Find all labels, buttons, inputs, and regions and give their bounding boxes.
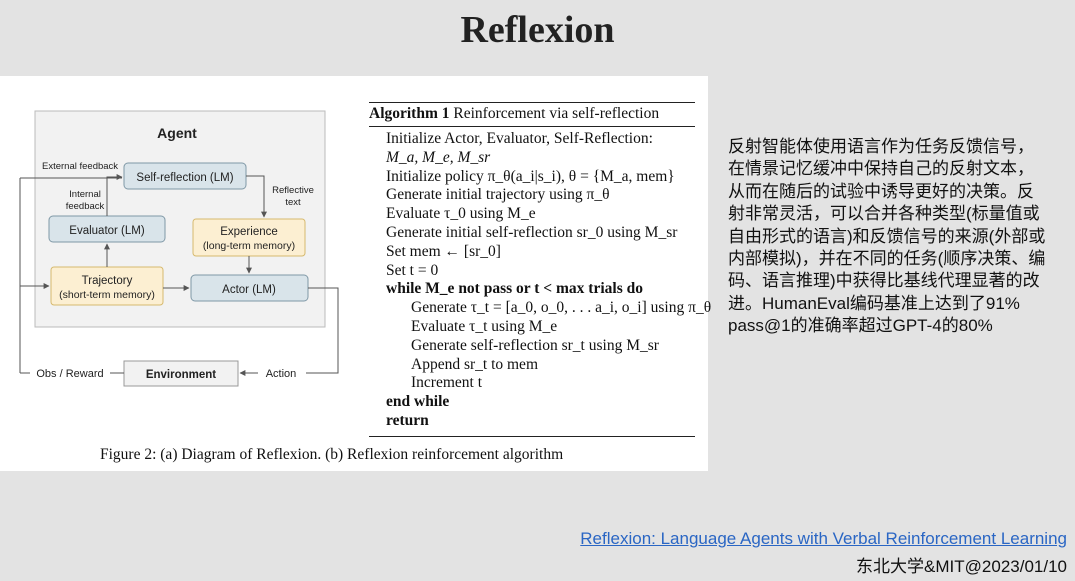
algo-line-4: Generate initial trajectory using π_θ xyxy=(386,186,610,204)
algo-line-11: Evaluate τ_t using M_e xyxy=(411,317,558,335)
environment-label: Environment xyxy=(146,369,216,381)
figure-panel: Agent Self-reflection (LM) Evaluator (LM… xyxy=(0,76,712,471)
algo-line-8: Set t = 0 xyxy=(386,261,439,279)
description-text: 反射智能体使用语言作为任务反馈信号，在情景记忆缓冲中保持自己的反射文本，从而在随… xyxy=(728,137,1046,336)
algo-line-10: Generate τ_t = [a_0, o_0, . . . a_i, o_i… xyxy=(411,299,712,317)
figure-caption: Figure 2: (a) Diagram of Reflexion. (b) … xyxy=(100,446,564,463)
algorithm-title: Reinforcement via self-reflection xyxy=(453,105,660,122)
algorithm-number: Algorithm 1 xyxy=(369,105,450,122)
reflective-text-label-2: text xyxy=(285,197,301,208)
algo-line-5: Evaluate τ_0 using M_e xyxy=(386,205,536,223)
paper-link[interactable]: Reflexion: Language Agents with Verbal R… xyxy=(580,529,1067,549)
self-reflection-label: Self-reflection (LM) xyxy=(136,172,233,184)
evaluator-label: Evaluator (LM) xyxy=(69,225,145,237)
reflective-text-label-1: Reflective xyxy=(272,185,314,196)
algorithm-box: Algorithm 1 Reinforcement via self-refle… xyxy=(369,102,712,437)
algo-line-7: Set mem ← [sr_0] xyxy=(386,242,501,260)
trajectory-label-1: Trajectory xyxy=(82,275,133,287)
algo-line-16: return xyxy=(386,411,429,429)
algo-line-2: M_a, M_e, M_sr xyxy=(386,148,491,166)
obs-reward-label: Obs / Reward xyxy=(36,368,103,380)
actor-label: Actor (LM) xyxy=(222,284,276,296)
credit-text: 东北大学&MIT@2023/01/10 xyxy=(856,557,1067,576)
algo-line-12: Generate self-reflection sr_t using M_sr xyxy=(411,336,659,354)
experience-label-1: Experience xyxy=(220,226,278,238)
trajectory-label-2: (short-term memory) xyxy=(59,289,155,301)
experience-label-2: (long-term memory) xyxy=(203,240,295,252)
agent-label: Agent xyxy=(157,125,197,141)
algo-line-14: Increment t xyxy=(411,374,483,392)
algorithm-body: Initialize Actor, Evaluator, Self-Reflec… xyxy=(369,127,712,437)
algo-line-9: while M_e not pass or t < max trials do xyxy=(386,280,643,298)
slide-title: Reflexion xyxy=(460,9,615,51)
external-feedback-label: External feedback xyxy=(42,161,118,172)
internal-feedback-label-1: Internal xyxy=(69,189,101,200)
algo-line-1: Initialize Actor, Evaluator, Self-Reflec… xyxy=(386,130,653,147)
internal-feedback-label-2: feedback xyxy=(66,201,105,212)
algo-line-15: end while xyxy=(386,393,450,411)
action-label: Action xyxy=(266,368,297,380)
algorithm-header: Algorithm 1 Reinforcement via self-refle… xyxy=(369,102,695,127)
algo-line-13: Append sr_t to mem xyxy=(411,355,538,373)
algo-line-6: Generate initial self-reflection sr_0 us… xyxy=(386,223,678,241)
algo-line-3: Initialize policy π_θ(a_i|s_i), θ = {M_a… xyxy=(386,167,675,185)
